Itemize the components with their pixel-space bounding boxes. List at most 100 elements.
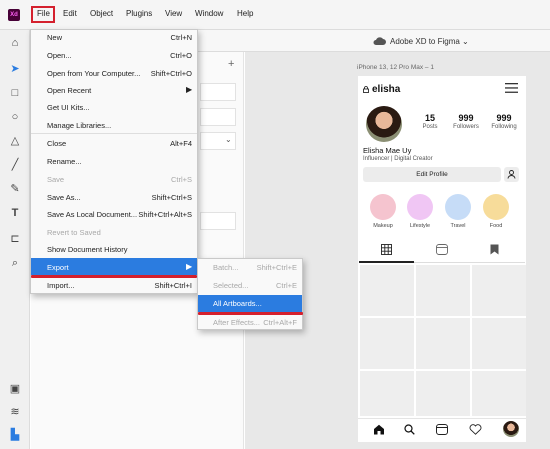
posts-label: Posts [422,124,438,130]
panel-field [200,212,236,230]
select-tool-icon[interactable]: ➤ [8,62,22,76]
menu-item-close[interactable]: Close [47,139,66,148]
menu-item-get-ui-kits[interactable]: Get UI Kits... [47,103,90,112]
post-thumbnail [416,318,470,369]
post-thumbnail [360,371,414,416]
search-icon [404,424,415,435]
highlight-label: Food [489,223,503,229]
bookmark-icon [490,244,499,255]
menu-item-revert: Revert to Saved [47,228,101,237]
shortcut-after-effects: Ctrl+Alt+F [263,318,297,327]
shortcut-selected: Ctrl+E [275,281,297,290]
edit-profile-button: Edit Profile [363,167,501,182]
shortcut-batch: Shift+Ctrl+E [256,263,297,272]
menu-plugins[interactable]: Plugins [126,9,152,18]
menu-item-export-label: Export [47,263,69,272]
artboard-label[interactable]: iPhone 13, 12 Pro Max – 1 [357,64,434,71]
export-annotation-underline [31,275,197,278]
profile-bio: Influencer | Digital Creator [363,156,433,162]
highlight-label: Makeup [373,223,393,229]
all-artboards-annotation-underline [198,312,303,315]
profile-avatar [366,106,402,142]
highlight-label: Travel [450,223,466,229]
post-thumbnail [360,265,414,316]
menu-item-open-recent[interactable]: Open Recent [47,86,91,95]
line-tool-icon[interactable]: ╱ [8,158,22,172]
person-icon [507,170,516,179]
rectangle-tool-icon[interactable]: □ [8,86,22,100]
menu-edit[interactable]: Edit [63,9,77,18]
reels-icon [436,244,448,255]
assets-icon[interactable]: ▣ [8,382,22,396]
menu-item-import[interactable]: Import... [47,281,75,290]
menu-view[interactable]: View [165,9,182,18]
shortcut-save-as: Shift+Ctrl+S [151,193,192,202]
layers-icon[interactable]: ≋ [8,405,22,419]
heart-icon [469,424,482,435]
menu-item-rename[interactable]: Rename... [47,157,82,166]
export-item-all-artboards-label: All Artboards... [213,299,262,308]
document-title: Adobe XD to Figma [390,37,460,46]
post-thumbnail [472,318,526,369]
grid-icon [381,244,392,255]
post-thumbnail [416,265,470,316]
post-thumbnail [472,265,526,316]
highlight-lifestyle [407,194,433,220]
following-count: 999 [496,113,512,123]
add-icon[interactable]: + [228,58,234,70]
shortcut-open: Ctrl+O [170,51,192,60]
hamburger-menu-icon[interactable] [505,83,518,93]
chevron-down-icon: ⌄ [225,135,232,144]
menu-file[interactable]: File [37,9,50,18]
menu-separator [31,133,197,134]
shortcut-import: Shift+Ctrl+I [154,281,192,290]
profile-avatar-small [503,421,519,437]
text-tool-icon[interactable]: T [8,206,22,220]
following-label: Following [491,124,517,130]
document-share-title[interactable]: Adobe XD to Figma ⌄ [390,37,469,46]
menu-item-new[interactable]: New [47,33,62,42]
zoom-tool-icon[interactable]: ⌕ [8,256,22,270]
tab-active-indicator [359,261,414,263]
highlight-travel [445,194,471,220]
plugins-icon[interactable]: ▙ [8,428,22,442]
shortcut-save: Ctrl+S [170,175,192,184]
menu-object[interactable]: Object [90,9,113,18]
cloud-icon [373,37,386,45]
menu-item-show-history[interactable]: Show Document History [47,245,127,254]
profile-handle: elisha [372,84,401,95]
submenu-arrow-icon: ▶ [186,262,193,271]
home-icon[interactable]: ⌂ [8,36,22,50]
ellipse-tool-icon[interactable]: ○ [8,110,22,124]
home-icon [374,424,384,435]
highlight-makeup [370,194,396,220]
panel-field [200,83,236,101]
menu-item-open[interactable]: Open... [47,51,72,60]
menu-window[interactable]: Window [195,9,223,18]
pen-tool-icon[interactable]: ✎ [8,182,22,196]
add-person-button [504,167,519,182]
submenu-arrow-icon: ▶ [186,85,193,94]
menu-bar [0,0,550,30]
panel-field [200,108,236,126]
shortcut-new: Ctrl+N [170,33,192,42]
menu-help[interactable]: Help [237,9,253,18]
followers-count: 999 [458,113,474,123]
app-logo: Xd [8,9,20,21]
shortcut-close: Alt+F4 [170,139,192,148]
menu-item-save: Save [47,175,65,184]
reels-icon [436,424,448,435]
highlight-food [483,194,509,220]
followers-label: Followers [453,124,479,130]
triangle-tool-icon[interactable]: △ [8,134,22,148]
post-thumbnail [360,318,414,369]
menu-item-manage-libraries[interactable]: Manage Libraries... [47,121,111,130]
profile-name: Elisha Mae Uy [363,146,412,155]
menu-item-save-as[interactable]: Save As... [47,193,81,202]
lock-icon [363,86,369,93]
shortcut-open-from-computer: Shift+Ctrl+O [150,69,192,78]
highlight-label: Lifestyle [409,223,431,229]
artboard-tool-icon[interactable]: ⊏ [8,232,22,246]
shortcut-save-as-local: Shift+Ctrl+Alt+S [138,210,192,219]
posts-count: 15 [424,113,435,123]
